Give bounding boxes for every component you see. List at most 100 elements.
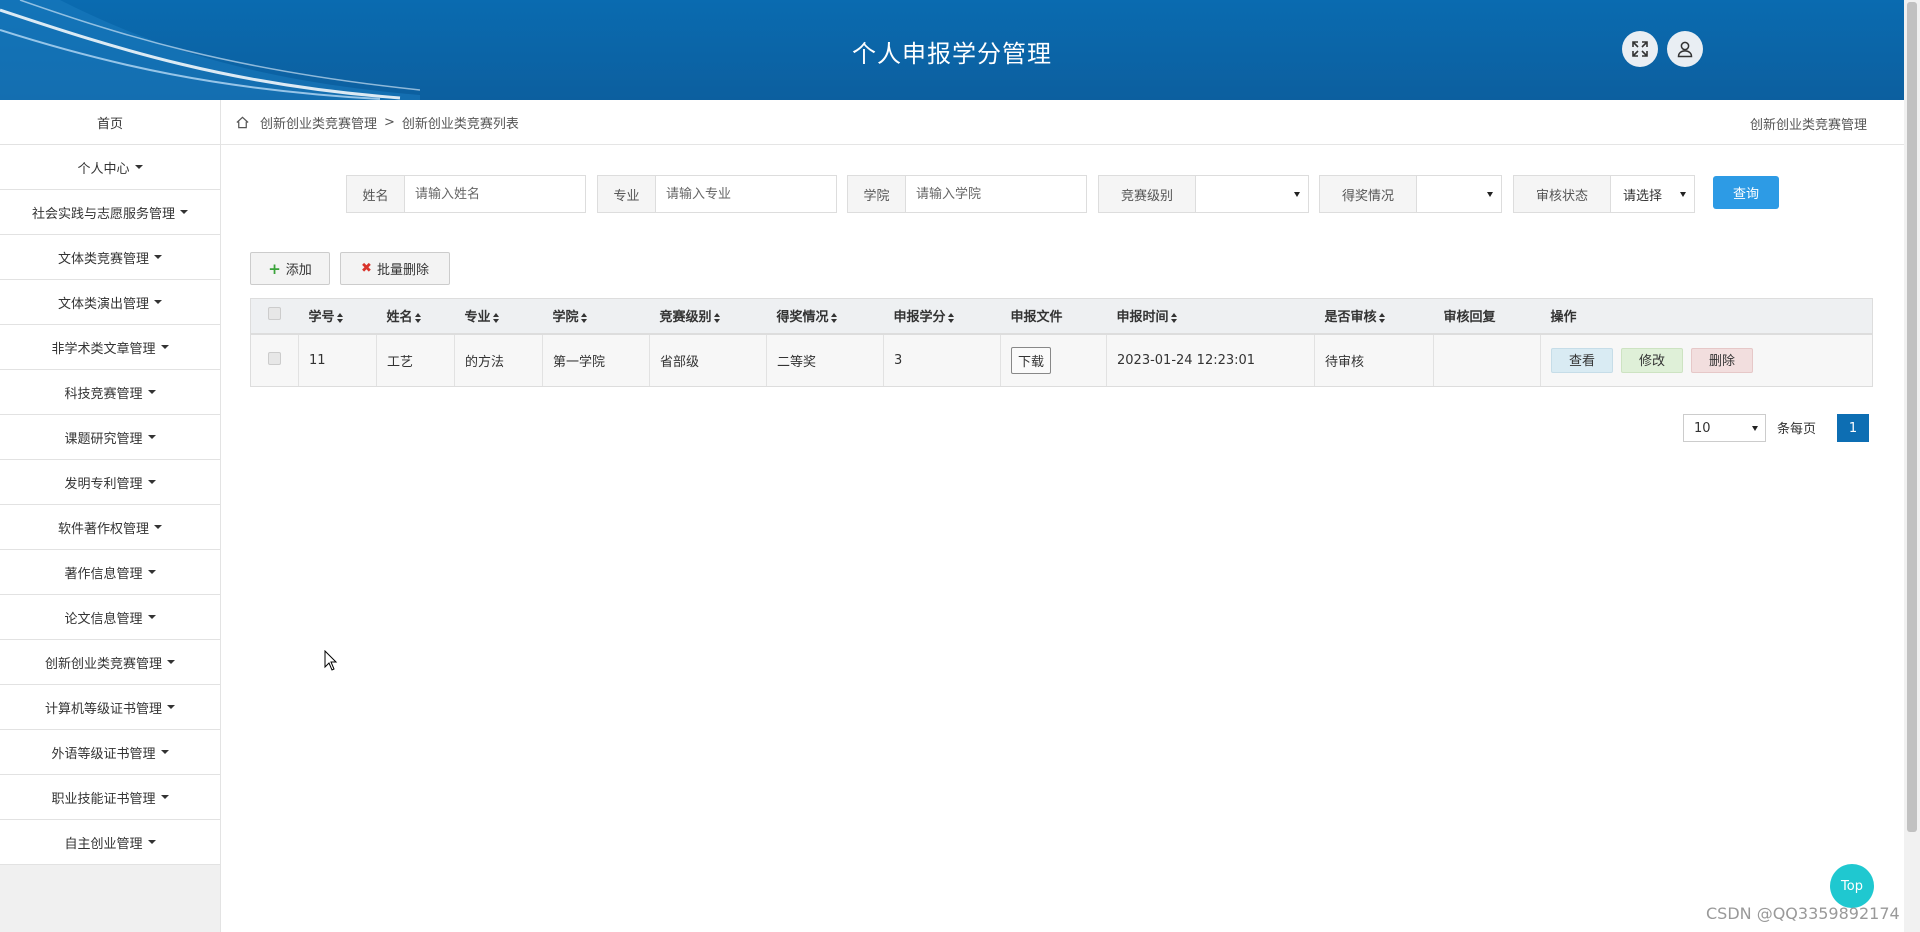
- search-level-label: 竞赛级别: [1099, 176, 1196, 212]
- search-name-label: 姓名: [347, 176, 405, 212]
- download-button[interactable]: 下载: [1011, 346, 1052, 374]
- sidebar-item[interactable]: 计算机等级证书管理: [0, 685, 220, 730]
- vertical-scrollbar[interactable]: [1904, 0, 1920, 932]
- col-major[interactable]: 专业: [454, 298, 543, 335]
- sidebar-item[interactable]: 创新创业类竞赛管理: [0, 640, 220, 685]
- table-row: 11 工艺 的方法 第一学院 省部级 二等奖 3 下载 2023-01-24 1…: [250, 333, 1873, 387]
- sidebar-item[interactable]: 发明专利管理: [0, 460, 220, 505]
- cell-college: 第一学院: [542, 333, 650, 387]
- search-award-select[interactable]: [1417, 176, 1501, 212]
- cell-time: 2023-01-24 12:23:01: [1106, 333, 1315, 387]
- page-size-select[interactable]: 10: [1683, 414, 1766, 442]
- watermark: CSDN @QQ3359892174: [1706, 904, 1900, 923]
- cell-file: 下载: [1000, 333, 1107, 387]
- col-level[interactable]: 竞赛级别: [649, 298, 767, 335]
- caret-down-icon: [147, 435, 156, 439]
- query-button[interactable]: 查询: [1713, 176, 1779, 209]
- sidebar-item[interactable]: 外语等级证书管理: [0, 730, 220, 775]
- col-audited[interactable]: 是否审核: [1314, 298, 1434, 335]
- sort-icon: [830, 312, 837, 323]
- row-checkbox[interactable]: [268, 351, 281, 365]
- search-major-input[interactable]: [656, 176, 836, 212]
- col-reply: 审核回复: [1433, 298, 1541, 335]
- col-credit[interactable]: 申报学分: [883, 298, 1001, 335]
- breadcrumb-level2: 创新创业类竞赛列表: [401, 116, 519, 132]
- sort-icon: [414, 312, 421, 323]
- col-time[interactable]: 申报时间: [1106, 298, 1315, 335]
- select-all-checkbox[interactable]: [268, 307, 282, 321]
- col-audited-label: 是否审核: [1324, 310, 1377, 326]
- sidebar-item[interactable]: 首页: [0, 100, 220, 145]
- user-button[interactable]: [1667, 31, 1703, 67]
- col-time-label: 申报时间: [1116, 310, 1169, 326]
- caret-down-icon: [154, 255, 162, 259]
- col-award[interactable]: 得奖情况: [766, 298, 884, 335]
- col-sid-label: 学号: [308, 310, 335, 326]
- user-icon: [1677, 41, 1693, 58]
- per-page-text: 条每页: [1777, 422, 1817, 437]
- home-icon[interactable]: [235, 115, 250, 130]
- sidebar-item-label: 论文信息管理: [64, 611, 143, 627]
- col-college[interactable]: 学院: [542, 298, 650, 335]
- search-status-select[interactable]: 请选择: [1611, 176, 1694, 212]
- sidebar-item[interactable]: 非学术类文章管理: [0, 325, 220, 370]
- edit-button[interactable]: 修改: [1621, 347, 1683, 373]
- sort-icon: [1170, 312, 1177, 323]
- search-college-input[interactable]: [906, 176, 1086, 212]
- sidebar-nav: 首页 个人中心社会实践与志愿服务管理 文体类竞赛管理 文体类演出管理 非学术类文章管理科…: [0, 100, 221, 932]
- chevron-down-icon: [1487, 192, 1493, 197]
- cell-reply: [1433, 333, 1541, 387]
- col-name-label: 姓名: [386, 310, 413, 326]
- sidebar-item[interactable]: 文体类演出管理: [0, 280, 220, 325]
- col-college-label: 学院: [552, 310, 579, 326]
- breadcrumb-level1[interactable]: 创新创业类竞赛管理: [260, 113, 377, 132]
- sort-icon: [580, 312, 587, 323]
- page-size-value: 10: [1694, 420, 1711, 436]
- sidebar-item-label: 发明专利管理: [64, 476, 143, 492]
- cell-level: 省部级: [649, 333, 767, 387]
- batch-delete-button[interactable]: ✖ 批量删除: [340, 252, 450, 285]
- search-name-input[interactable]: [405, 176, 585, 212]
- caret-down-icon: [147, 390, 156, 394]
- caret-down-icon: [147, 840, 156, 844]
- scrollbar-thumb[interactable]: [1907, 2, 1917, 832]
- sidebar-item[interactable]: 软件著作权管理: [0, 505, 220, 550]
- sidebar-item[interactable]: 自主创业管理: [0, 820, 220, 865]
- search-college-label: 学院: [848, 176, 906, 212]
- sidebar-item-label: 软件著作权管理: [57, 521, 149, 537]
- caret-down-icon: [160, 345, 169, 349]
- cell-major: 的方法: [454, 333, 543, 387]
- sidebar-item[interactable]: 职业技能证书管理: [0, 775, 220, 820]
- sidebar-item[interactable]: 科技竞赛管理: [0, 370, 220, 415]
- breadcrumb: 创新创业类竞赛管理 > 创新创业类竞赛列表 创新创业类竞赛管理: [221, 100, 1904, 145]
- add-button[interactable]: + 添加: [250, 252, 330, 285]
- fullscreen-button[interactable]: [1622, 31, 1658, 67]
- sidebar-item[interactable]: 个人中心: [0, 145, 220, 190]
- sidebar-item-label: 非学术类文章管理: [51, 341, 156, 357]
- col-level-label: 竞赛级别: [659, 310, 712, 326]
- delete-button[interactable]: 删除: [1691, 347, 1753, 373]
- sidebar-item-label: 文体类演出管理: [57, 296, 149, 312]
- chevron-down-icon: [1752, 426, 1758, 431]
- sidebar-item-label: 文体类竞赛管理: [57, 251, 149, 267]
- search-level-select[interactable]: [1196, 176, 1308, 212]
- col-sid[interactable]: 学号: [298, 298, 377, 335]
- sort-icon: [947, 312, 954, 323]
- sidebar-item[interactable]: 文体类竞赛管理: [0, 235, 220, 280]
- sidebar-item-label: 外语等级证书管理: [51, 746, 156, 762]
- sidebar-item-label: 科技竞赛管理: [64, 386, 143, 402]
- sidebar-item-label: 社会实践与志愿服务管理: [31, 206, 175, 222]
- col-name[interactable]: 姓名: [376, 298, 455, 335]
- page-number-current[interactable]: 1: [1837, 414, 1869, 442]
- search-college-group: 学院: [847, 175, 1087, 213]
- sidebar-item[interactable]: 著作信息管理: [0, 550, 220, 595]
- sidebar-item[interactable]: 课题研究管理: [0, 415, 220, 460]
- view-button[interactable]: 查看: [1551, 347, 1613, 373]
- col-ops: 操作: [1540, 298, 1873, 335]
- sidebar-item-label: 创新创业类竞赛管理: [44, 656, 162, 672]
- mouse-cursor-icon: [324, 650, 338, 671]
- sidebar-item[interactable]: 社会实践与志愿服务管理: [0, 190, 220, 235]
- sidebar-item[interactable]: 论文信息管理: [0, 595, 220, 640]
- caret-down-icon: [147, 480, 156, 484]
- back-to-top-button[interactable]: Top: [1830, 864, 1874, 908]
